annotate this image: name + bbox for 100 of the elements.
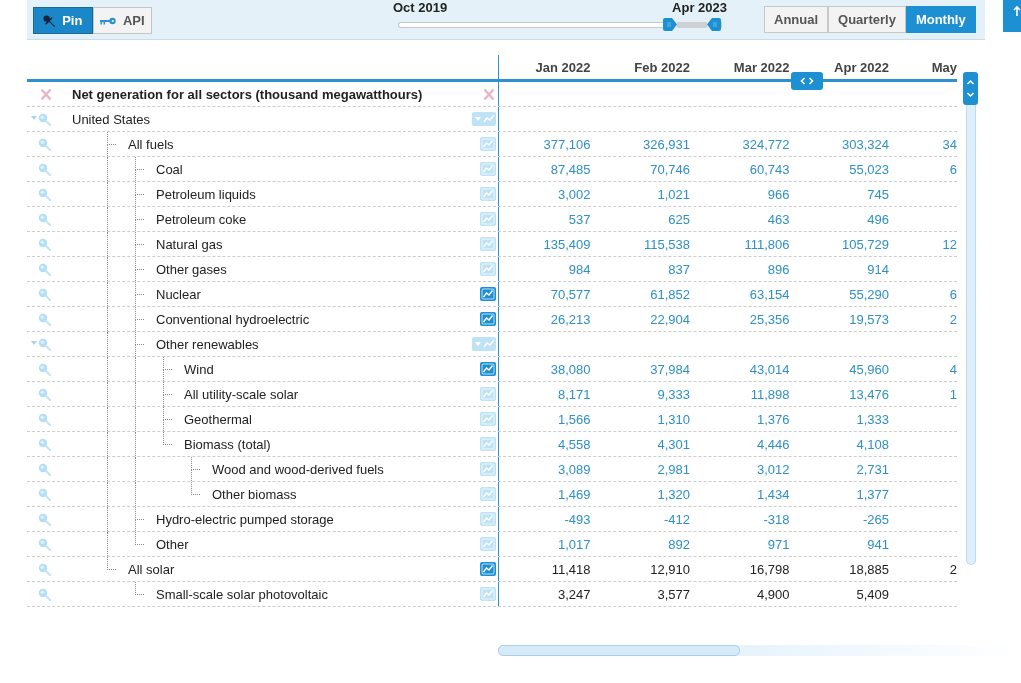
table-cell: 63,154 bbox=[749, 286, 790, 302]
table-cell: 3,012 bbox=[756, 461, 790, 477]
table-cell: 896 bbox=[767, 261, 790, 277]
table-cell: 914 bbox=[867, 261, 889, 277]
table-cell: 377,106 bbox=[543, 136, 591, 152]
table-cell: 837 bbox=[668, 261, 690, 277]
magnifier-icon[interactable] bbox=[38, 587, 51, 601]
table-cell: 13,476 bbox=[849, 386, 889, 402]
magnifier-icon[interactable] bbox=[38, 187, 51, 201]
table-cell: 1,333 bbox=[856, 411, 889, 427]
magnifier-icon[interactable] bbox=[38, 362, 51, 376]
magnifier-icon[interactable] bbox=[38, 512, 51, 526]
period-slider-track[interactable] bbox=[398, 18, 722, 31]
magnifier-icon[interactable] bbox=[38, 487, 51, 501]
slider-thumb[interactable] bbox=[663, 18, 678, 31]
table-cell: 2 bbox=[949, 561, 957, 577]
table-title: Net generation for all sectors (thousand megawatthours) bbox=[72, 86, 423, 102]
table-cell: -318 bbox=[763, 511, 790, 527]
table-cell: 6 bbox=[949, 286, 957, 302]
table-cell: 1,469 bbox=[557, 486, 591, 502]
table-cell: 4,900 bbox=[756, 586, 790, 602]
table-cell: 12,910 bbox=[650, 561, 690, 577]
scrollbar-thumb[interactable] bbox=[498, 645, 740, 656]
table-cell: 4,558 bbox=[557, 436, 591, 452]
key-icon bbox=[99, 16, 116, 25]
table-cell: 111,806 bbox=[744, 236, 790, 252]
chart-icon[interactable] bbox=[480, 562, 496, 576]
row-label: Natural gas bbox=[156, 236, 223, 252]
table-cell: 326,931 bbox=[643, 136, 690, 152]
magnifier-icon[interactable] bbox=[38, 537, 51, 551]
table-cell: 1,320 bbox=[657, 486, 690, 502]
table-cell: 11,898 bbox=[750, 386, 790, 402]
row-label: Other bbox=[156, 536, 189, 552]
column-header: May bbox=[931, 59, 957, 75]
row-label: All utility-scale solar bbox=[184, 386, 299, 402]
pushpin-icon bbox=[43, 14, 56, 27]
table-cell: 984 bbox=[568, 261, 591, 277]
row-label: Small-scale solar photovoltaic bbox=[156, 586, 328, 602]
table-cell: 43,014 bbox=[749, 361, 790, 377]
magnifier-icon[interactable] bbox=[38, 287, 51, 301]
magnifier-icon[interactable] bbox=[38, 312, 51, 326]
column-scroll-handle[interactable] bbox=[791, 72, 823, 90]
table-cell: 135,409 bbox=[543, 236, 591, 252]
magnifier-icon[interactable] bbox=[38, 262, 51, 276]
table-cell: 18,885 bbox=[849, 561, 889, 577]
table-cell: 5,409 bbox=[856, 586, 889, 602]
table-cell: 966 bbox=[767, 186, 790, 202]
column-header: Feb 2022 bbox=[634, 59, 690, 75]
magnifier-icon[interactable] bbox=[38, 462, 51, 476]
period-start-label: Oct 2019 bbox=[393, 0, 448, 15]
table-cell: 324,772 bbox=[742, 136, 790, 152]
magnifier-icon[interactable] bbox=[38, 212, 51, 226]
table-cell: 3,247 bbox=[557, 586, 591, 602]
frequency-button[interactable]: Monthly bbox=[905, 6, 976, 33]
table-cell: 61,852 bbox=[650, 286, 690, 302]
scroll-handle[interactable] bbox=[963, 72, 978, 105]
table-cell: 892 bbox=[668, 536, 690, 552]
pin-button[interactable]: Pin bbox=[33, 7, 93, 34]
row-label: All fuels bbox=[128, 136, 174, 152]
table-cell: 4,301 bbox=[657, 436, 690, 452]
row-label: Petroleum coke bbox=[156, 211, 247, 227]
magnifier-icon[interactable] bbox=[38, 112, 51, 126]
magnifier-icon[interactable] bbox=[38, 337, 51, 351]
table-cell: 4,108 bbox=[856, 436, 889, 452]
table-cell: 496 bbox=[867, 211, 889, 227]
table-cell: 60,743 bbox=[749, 161, 790, 177]
magnifier-icon[interactable] bbox=[38, 437, 51, 451]
row-label: Other biomass bbox=[212, 486, 297, 502]
chart-icon[interactable] bbox=[480, 362, 496, 376]
table-cell: 1,376 bbox=[756, 411, 790, 427]
row-label: Other gases bbox=[156, 261, 227, 277]
table-cell: 3,002 bbox=[557, 186, 591, 202]
remove-icon[interactable] bbox=[40, 87, 52, 101]
magnifier-icon[interactable] bbox=[38, 162, 51, 176]
row-label: Other renewables bbox=[156, 336, 259, 352]
magnifier-icon[interactable] bbox=[38, 562, 51, 576]
slider-thumb[interactable] bbox=[707, 18, 721, 31]
chart-icon[interactable] bbox=[480, 287, 496, 301]
table-cell: 34 bbox=[942, 136, 957, 152]
row-label: Hydro-electric pumped storage bbox=[156, 511, 334, 527]
table-cell: 12 bbox=[942, 236, 957, 252]
table-cell: 941 bbox=[867, 536, 889, 552]
magnifier-icon[interactable] bbox=[38, 237, 51, 251]
magnifier-icon[interactable] bbox=[38, 412, 51, 426]
table-cell: 1,434 bbox=[756, 486, 790, 502]
table-cell: 1,021 bbox=[657, 186, 690, 202]
table-cell: 1,017 bbox=[557, 536, 591, 552]
table-cell: 38,080 bbox=[550, 361, 591, 377]
table-cell: 70,577 bbox=[550, 286, 591, 302]
api-button[interactable]: API bbox=[92, 7, 152, 34]
magnifier-icon[interactable] bbox=[38, 387, 51, 401]
magnifier-icon[interactable] bbox=[38, 137, 51, 151]
chart-icon[interactable] bbox=[480, 312, 496, 326]
column-header: Apr 2022 bbox=[834, 59, 889, 75]
table-cell: 9,333 bbox=[657, 386, 690, 402]
period-end-label: Apr 2023 bbox=[672, 0, 727, 15]
table-cell: 87,485 bbox=[550, 161, 591, 177]
frequency-button[interactable]: Quarterly bbox=[828, 6, 906, 33]
frequency-button[interactable]: Annual bbox=[764, 6, 829, 33]
remove-icon[interactable] bbox=[483, 87, 495, 101]
